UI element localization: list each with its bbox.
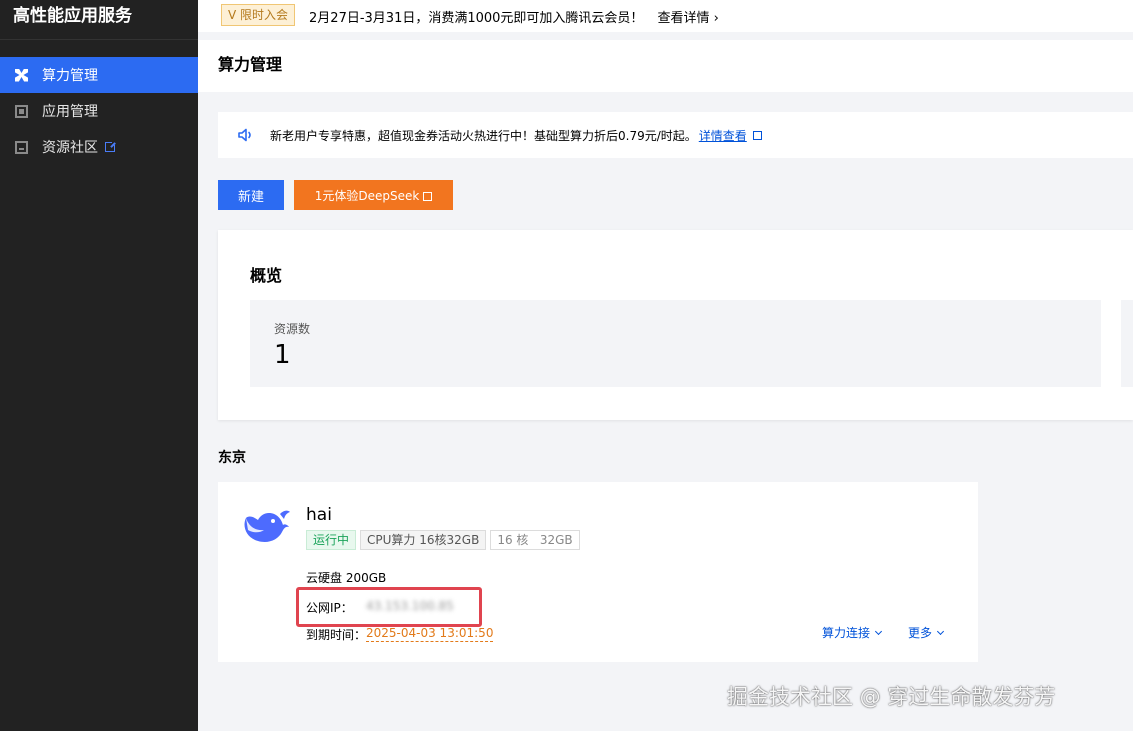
more-label: 更多 (908, 626, 933, 640)
resource-count-box: 资源数 1 (250, 300, 1101, 387)
new-button[interactable]: 新建 (218, 180, 284, 210)
page-title: 算力管理 (198, 40, 1133, 92)
sidebar: 高性能应用服务 算力管理 应用管理 资源社区 (0, 0, 198, 731)
chevron-down-icon (936, 627, 945, 636)
community-icon (15, 140, 28, 154)
sidebar-nav: 算力管理 应用管理 资源社区 (0, 57, 198, 165)
resource-count-value: 1 (274, 340, 291, 370)
speaker-icon (238, 128, 254, 142)
public-ip-value: 43.153.100.85 (366, 599, 454, 613)
app-title: 高性能应用服务 (0, 0, 198, 40)
notice-details-link[interactable]: 详情查看 (699, 127, 747, 144)
instance-card: hai 运行中 CPU算力 16核32GB 16 核 32GB 云硬盘 200G… (218, 482, 978, 662)
sidebar-item-label: 资源社区 (42, 140, 98, 156)
instance-tags: 运行中 CPU算力 16核32GB 16 核 32GB (306, 530, 580, 550)
region-title: 东京 (218, 450, 246, 466)
memory-value: 32GB (539, 533, 573, 547)
deepseek-trial-label: 1元体验DeepSeek (314, 188, 420, 203)
overview-card: 概览 资源数 1 (218, 230, 1133, 420)
more-dropdown[interactable]: 更多 (908, 624, 945, 641)
instance-name[interactable]: hai (306, 505, 332, 525)
external-link-icon (423, 191, 433, 201)
promo-text: 2月27日-3月31日，消费满1000元即可加入腾讯云会员！ (309, 10, 644, 26)
cores-tag: 16 核 32GB (490, 530, 580, 550)
sidebar-item-label: 应用管理 (42, 104, 98, 120)
external-link-icon (105, 140, 117, 152)
disk-info: 云硬盘 200GB (306, 571, 387, 585)
view-details-link[interactable]: 查看详情 › (657, 7, 718, 26)
compute-connect-dropdown[interactable]: 算力连接 (822, 624, 883, 641)
sidebar-item-apps[interactable]: 应用管理 (0, 93, 198, 129)
cores-value: 16 核 (497, 533, 529, 547)
notice-bar: 新老用户专享特惠，超值现金券活动火热进行中！基础型算力折后0.79元/时起。 详… (218, 112, 1133, 158)
compute-icon (15, 69, 28, 82)
watermark: 掘金技术社区 @ 穿过生命散发芬芳 (727, 685, 1056, 709)
external-link-icon (752, 130, 762, 140)
deepseek-trial-button[interactable]: 1元体验DeepSeek (294, 180, 453, 210)
expire-value: 2025-04-03 13:01:50 (366, 626, 494, 642)
overview-title: 概览 (250, 266, 283, 285)
sidebar-item-compute[interactable]: 算力管理 (0, 57, 198, 93)
notice-text: 新老用户专享特惠，超值现金券活动火热进行中！基础型算力折后0.79元/时起。 (270, 128, 697, 143)
spec-tag: CPU算力 16核32GB (360, 530, 487, 550)
expire-label: 到期时间： (306, 628, 367, 642)
sidebar-item-community[interactable]: 资源社区 (0, 129, 198, 165)
chevron-down-icon (874, 627, 883, 636)
deepseek-whale-icon (240, 504, 292, 546)
app-icon (15, 104, 28, 118)
status-badge: 运行中 (306, 530, 357, 550)
resource-count-label: 资源数 (274, 322, 311, 336)
stat-box-partial (1121, 300, 1133, 387)
top-promo-banner: V 限时入会 2月27日-3月31日，消费满1000元即可加入腾讯云会员！ 查看… (198, 0, 1133, 32)
promo-tag: V 限时入会 (221, 4, 296, 26)
public-ip-label: 公网IP： (306, 601, 353, 615)
sidebar-item-label: 算力管理 (42, 68, 98, 84)
compute-connect-label: 算力连接 (822, 626, 871, 640)
